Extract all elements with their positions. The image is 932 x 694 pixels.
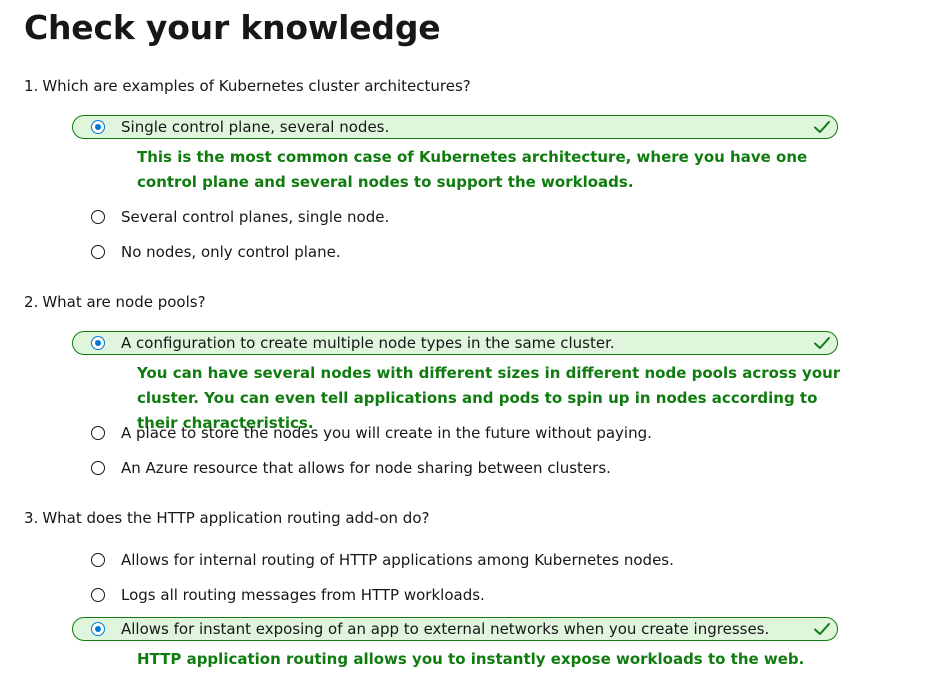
option-label: Allows for internal routing of HTTP appl… xyxy=(121,551,674,569)
knowledge-check-page: Check your knowledge 1. Which are example… xyxy=(0,0,932,694)
question-number: 3. xyxy=(24,509,39,527)
checkmark-icon xyxy=(814,121,830,133)
option-2-1[interactable]: A configuration to create multiple node … xyxy=(72,331,838,355)
option-2-2[interactable]: A place to store the nodes you will crea… xyxy=(72,421,838,445)
option-label: No nodes, only control plane. xyxy=(121,243,341,261)
option-1-2[interactable]: Several control planes, single node. xyxy=(72,205,838,229)
question-text: What does the HTTP application routing a… xyxy=(42,509,430,527)
option-label: Logs all routing messages from HTTP work… xyxy=(121,586,485,604)
radio-unselected-icon[interactable] xyxy=(91,245,105,259)
option-label: An Azure resource that allows for node s… xyxy=(121,459,611,477)
radio-unselected-icon[interactable] xyxy=(91,553,105,567)
option-3-3[interactable]: Allows for instant exposing of an app to… xyxy=(72,617,838,641)
checkmark-icon xyxy=(814,623,830,635)
radio-selected-icon[interactable] xyxy=(91,120,105,134)
feedback-1: This is the most common case of Kubernet… xyxy=(137,148,808,191)
option-3-2[interactable]: Logs all routing messages from HTTP work… xyxy=(72,583,838,607)
option-2-3[interactable]: An Azure resource that allows for node s… xyxy=(72,456,838,480)
option-1-1[interactable]: Single control plane, several nodes. xyxy=(72,115,838,139)
radio-selected-icon[interactable] xyxy=(91,622,105,636)
option-1-3[interactable]: No nodes, only control plane. xyxy=(72,240,838,264)
option-label: A place to store the nodes you will crea… xyxy=(121,424,652,442)
question-text: Which are examples of Kubernetes cluster… xyxy=(42,77,471,95)
question-3: 3. What does the HTTP application routing… xyxy=(24,508,429,528)
question-number: 1. xyxy=(24,77,39,95)
question-1: 1. Which are examples of Kubernetes clust… xyxy=(24,76,471,96)
radio-unselected-icon[interactable] xyxy=(91,426,105,440)
option-label: A configuration to create multiple node … xyxy=(121,334,615,352)
question-text: What are node pools? xyxy=(42,293,206,311)
radio-selected-icon[interactable] xyxy=(91,336,105,350)
radio-unselected-icon[interactable] xyxy=(91,588,105,602)
option-label: Single control plane, several nodes. xyxy=(121,118,390,136)
page-title: Check your knowledge xyxy=(24,8,441,47)
question-2: 2. What are node pools? xyxy=(24,292,206,312)
feedback-3: HTTP application routing allows you to i… xyxy=(137,650,805,668)
checkmark-icon xyxy=(814,337,830,349)
option-3-1[interactable]: Allows for internal routing of HTTP appl… xyxy=(72,548,838,572)
radio-unselected-icon[interactable] xyxy=(91,210,105,224)
option-label: Allows for instant exposing of an app to… xyxy=(121,620,770,638)
option-label: Several control planes, single node. xyxy=(121,208,390,226)
radio-unselected-icon[interactable] xyxy=(91,461,105,475)
question-number: 2. xyxy=(24,293,39,311)
